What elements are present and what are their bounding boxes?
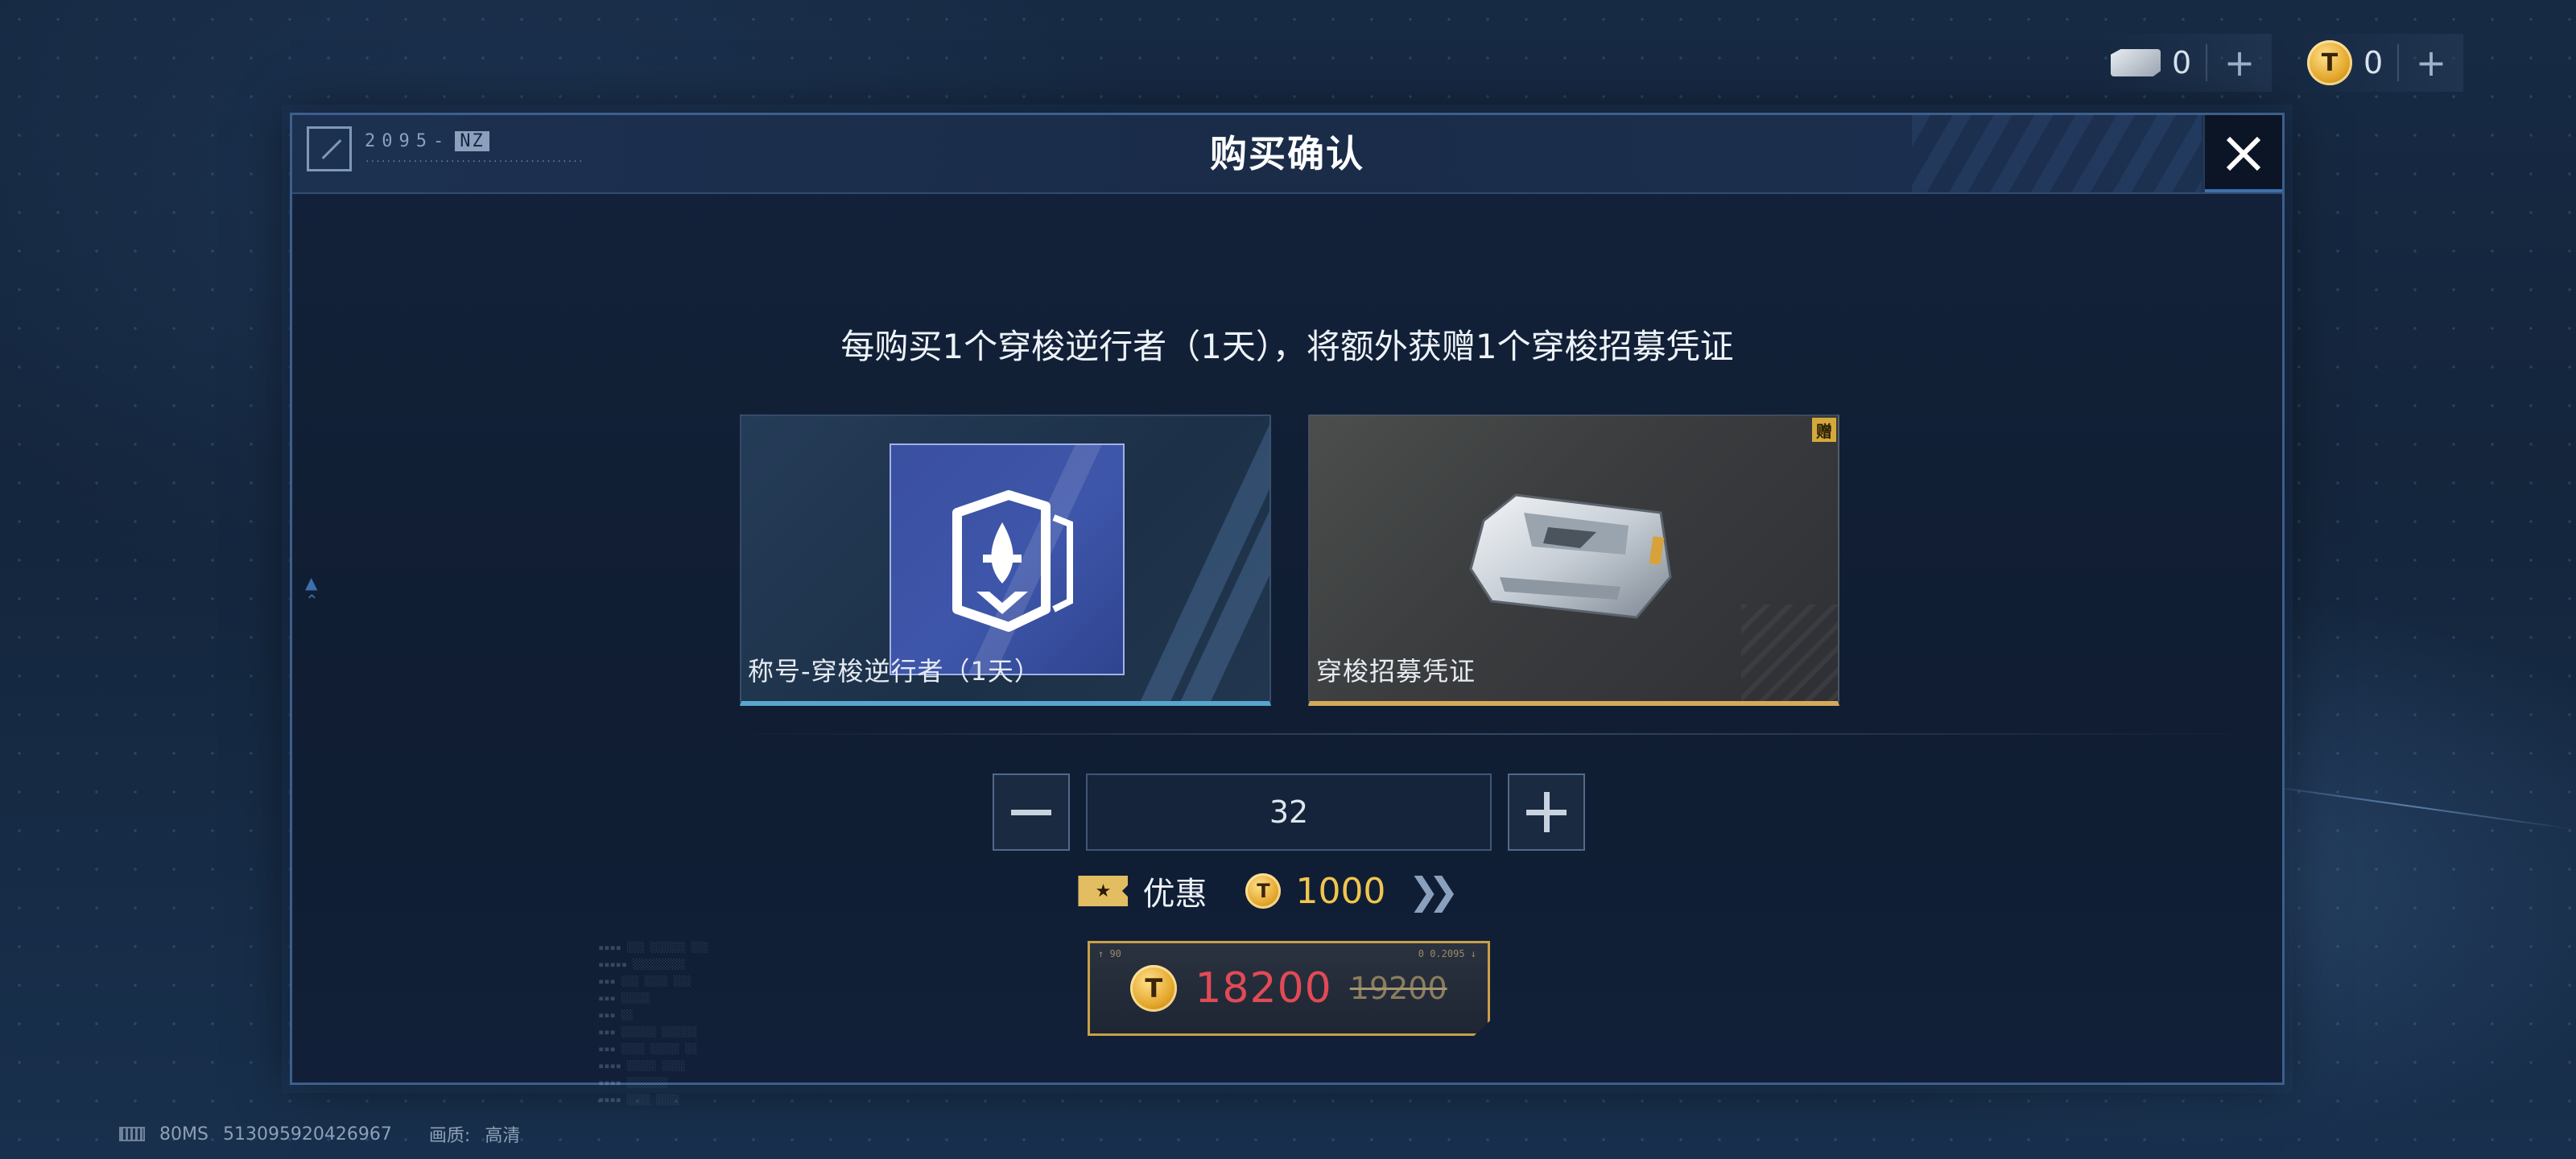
background-light-streak [2239,781,2575,831]
coin-icon: T [2307,40,2352,85]
recruit-ticket-icon [1469,493,1672,619]
discount-label: 优惠 [1142,876,1208,913]
hud-decoration-text: ▪▪▪▪ ░░░ ░░░░░░ ░░░ ▪▪▪▪▪ ░░░░░░░░░ ▪▪▪ ░░… [598,942,709,1105]
network-icon [119,1127,145,1141]
discount-row[interactable]: ★ 优惠 T 1000 ❯❯ [268,868,2258,914]
scroll-up-icon: ▲ ⌃ [305,573,319,610]
title-badge-icon [952,490,1073,632]
dialog-title: 购买确认 [1210,132,1364,175]
ticket-currency: 0 + [2096,34,2272,92]
player-id: 513095920426967 [222,1124,392,1145]
original-price: 19200 [1349,971,1447,1006]
coin-icon: T [1245,873,1282,909]
item-title-label: 称号-穿梭逆行者（1天） [748,656,1041,687]
title-badge-frame [890,443,1125,675]
ticket-count: 0 [2172,45,2192,80]
coin-count: 0 [2363,45,2384,80]
quality-value: 高清 [485,1126,521,1146]
increase-quantity-button[interactable] [1508,773,1585,851]
decrease-quantity-button[interactable] [993,773,1070,851]
current-price: 18200 [1195,964,1332,1013]
add-coin-button[interactable]: + [2397,44,2449,81]
dialog-header: 2095- NZ ································… [292,115,2282,194]
currency-bar: 0 + T 0 + [2096,34,2463,92]
gift-badge: 赠 [1812,418,1836,442]
status-bar: 80MS 513095920426967 画质: 高清 [119,1120,520,1148]
coin-currency: T 0 + [2293,34,2463,92]
item-title-label: 穿梭招募凭证 [1316,656,1476,687]
discount-amount: 1000 [1295,870,1386,912]
bonus-message: 每购买1个穿梭逆行者（1天），将额外获赠1个穿梭招募凭证 [840,327,1734,366]
divider [727,733,2256,735]
close-icon [2226,136,2261,171]
purchase-confirm-dialog: 2095- NZ ································… [290,113,2285,1105]
close-button[interactable] [2203,115,2282,192]
purchase-button[interactable]: ↑ 90 0 0.2095 ↓ T 18200 19200 [1088,941,1490,1036]
item-card-title[interactable]: 称号-穿梭逆行者（1天） [740,415,1271,706]
coin-icon: T [1130,965,1178,1012]
add-ticket-button[interactable]: + [2206,44,2257,81]
item-card-recruit-ticket[interactable]: 赠 穿梭招募凭证 [1308,415,1839,706]
latency: 80MS [159,1124,208,1145]
quality-label: 画质: [428,1126,471,1146]
ticket-icon [2111,49,2161,76]
star-ticket-icon: ★ [1078,876,1129,906]
quantity-field[interactable]: 32 [1086,773,1492,851]
chevron-right-icon: ❯❯ [1408,869,1459,913]
